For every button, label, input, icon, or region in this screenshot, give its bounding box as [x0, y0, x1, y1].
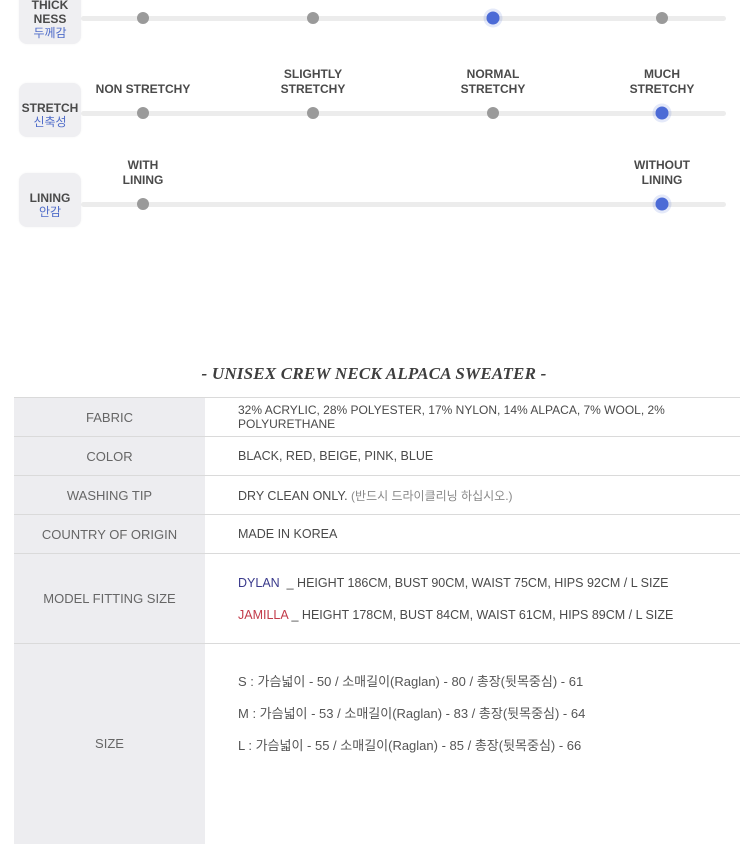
- rating-option-label: NON STRETCHY: [96, 82, 191, 97]
- rating-name-ko: 안감: [38, 205, 62, 219]
- size-line: L : 가슴넓이 - 55 / 소매길이(Raglan) - 85 / 총장(뒷…: [238, 738, 582, 753]
- spec-value: MADE IN KOREA: [205, 514, 740, 554]
- spec-row-color: COLOR BLACK, RED, BEIGE, PINK, BLUE: [14, 436, 740, 476]
- model-detail: _ HEIGHT 186CM, BUST 90CM, WAIST 75CM, H…: [279, 575, 669, 590]
- spec-row-washing: WASHING TIP DRY CLEAN ONLY. (반드시 드라이클리닝 …: [14, 475, 740, 515]
- rating-option-text: MUCH: [643, 67, 680, 81]
- spec-row-size: SIZE S : 가슴넓이 - 50 / 소매길이(Raglan) - 80 /…: [14, 643, 740, 844]
- rating-dot: [137, 12, 149, 24]
- rating-name-ko: 신축성: [33, 115, 67, 129]
- rating-option-label: LIGHT: [125, 0, 161, 2]
- rating-option-label: SLIGHTLY STRETCHY: [281, 67, 346, 97]
- spec-key: COLOR: [14, 436, 205, 476]
- rating-name: LINING: [29, 191, 71, 205]
- washing-value: DRY CLEAN ONLY.: [238, 488, 348, 503]
- spec-key: MODEL FITTING SIZE: [14, 553, 205, 644]
- rating-dot: [656, 12, 668, 24]
- rating-option-text: WITHOUT: [634, 158, 690, 172]
- rating-option-text: NORMAL: [287, 0, 340, 2]
- rating-option-text: LIGHT: [125, 0, 161, 2]
- size-line: S : 가슴넓이 - 50 / 소매길이(Raglan) - 80 / 총장(뒷…: [238, 674, 584, 689]
- rating-option-text: STRETCHY: [460, 82, 526, 96]
- rating-badge: STRETCH 신축성: [19, 83, 81, 137]
- rating-dot: [307, 12, 319, 24]
- rating-option-label: HEAVY: [642, 0, 682, 2]
- spec-value: DYLAN _ HEIGHT 186CM, BUST 90CM, WAIST 7…: [205, 553, 740, 644]
- rating-dot: [487, 107, 499, 119]
- rating-track: [81, 202, 726, 207]
- rating-option-label: MUCH STRETCHY: [630, 67, 695, 97]
- rating-option-label: NORMAL STRETCHY: [461, 67, 526, 97]
- spec-value: DRY CLEAN ONLY. (반드시 드라이클리닝 하십시오.): [205, 475, 740, 515]
- spec-key: FABRIC: [14, 397, 205, 437]
- spec-value: BLACK, RED, BEIGE, PINK, BLUE: [205, 436, 740, 476]
- rating-option-text: LINING: [641, 173, 683, 187]
- rating-dot-selected: [655, 197, 669, 211]
- rating-dot-selected: [655, 106, 669, 120]
- model-line: DYLAN _ HEIGHT 186CM, BUST 90CM, WAIST 7…: [238, 567, 740, 599]
- rating-badge: THICK NESS 두께감: [19, 0, 81, 44]
- size-line: M : 가슴넓이 - 53 / 소매길이(Raglan) - 83 / 총장(뒷…: [238, 706, 586, 721]
- rating-name-ko: 두께감: [33, 26, 67, 40]
- rating-dot: [137, 198, 149, 210]
- model-detail: _ HEIGHT 178CM, BUST 84CM, WAIST 61CM, H…: [288, 607, 674, 622]
- rating-dot: [307, 107, 319, 119]
- rating-track: [81, 111, 726, 116]
- spec-key: COUNTRY OF ORIGIN: [14, 514, 205, 554]
- rating-name: THICK: [31, 0, 69, 12]
- rating-dot: [137, 107, 149, 119]
- rating-badge: LINING 안감: [19, 173, 81, 227]
- spec-key: WASHING TIP: [14, 475, 205, 515]
- rating-option-text: THICK: [475, 0, 512, 2]
- rating-option-label: WITH LINING: [123, 158, 164, 188]
- rating-track: [81, 16, 726, 21]
- rating-name: STRETCH: [21, 101, 79, 115]
- rating-option-text: STRETCHY: [629, 82, 695, 96]
- spec-value: 32% ACRYLIC, 28% POLYESTER, 17% NYLON, 1…: [205, 397, 740, 437]
- washing-note: (반드시 드라이클리닝 하십시오.): [351, 488, 513, 503]
- rating-option-label: THICK: [475, 0, 512, 2]
- spec-table: FABRIC 32% ACRYLIC, 28% POLYESTER, 17% N…: [14, 397, 740, 844]
- rating-option-text: NON STRETCHY: [95, 82, 191, 96]
- spec-row-model: MODEL FITTING SIZE DYLAN _ HEIGHT 186CM,…: [14, 553, 740, 644]
- rating-dot-selected: [486, 11, 500, 25]
- rating-option-text: SLIGHTLY: [283, 67, 343, 81]
- spec-key: SIZE: [14, 643, 205, 844]
- rating-option-label: NORMAL: [287, 0, 340, 2]
- model-line: JAMILLA _ HEIGHT 178CM, BUST 84CM, WAIST…: [238, 599, 740, 631]
- spec-row-origin: COUNTRY OF ORIGIN MADE IN KOREA: [14, 514, 740, 554]
- rating-option-text: NORMAL: [466, 67, 520, 81]
- model-name: DYLAN: [238, 575, 280, 590]
- rating-name: NESS: [33, 12, 67, 26]
- product-title: - UNISEX CREW NECK ALPACA SWEATER -: [201, 364, 547, 383]
- spec-value: S : 가슴넓이 - 50 / 소매길이(Raglan) - 80 / 총장(뒷…: [205, 643, 740, 844]
- rating-option-text: STRETCHY: [280, 82, 346, 96]
- rating-option-label: WITHOUT LINING: [634, 158, 690, 188]
- rating-option-text: LINING: [122, 173, 164, 187]
- rating-option-text: WITH: [127, 158, 159, 172]
- rating-option-text: HEAVY: [642, 0, 682, 2]
- model-name: JAMILLA: [238, 607, 289, 622]
- spec-row-fabric: FABRIC 32% ACRYLIC, 28% POLYESTER, 17% N…: [14, 397, 740, 437]
